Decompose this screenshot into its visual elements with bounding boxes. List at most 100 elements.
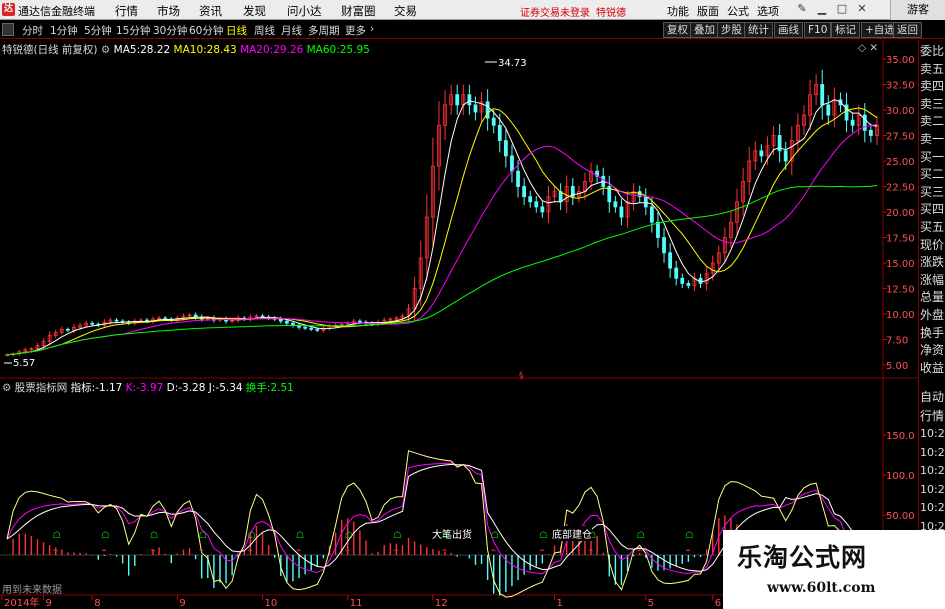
period-multi[interactable]: 多周期 <box>308 23 340 38</box>
candle-body <box>820 84 825 106</box>
settings-icon[interactable]: ⚙ <box>101 44 110 56</box>
candle-body <box>163 317 168 320</box>
candle-body <box>649 206 654 223</box>
signal-down-icon: ⌁ <box>588 546 593 556</box>
signal-down-icon: ⌁ <box>345 546 350 556</box>
annotation-build: 底部建仓 <box>552 526 592 541</box>
period-monthly[interactable]: 月线 <box>281 23 302 38</box>
price-axis-label: 15.00 <box>886 259 915 270</box>
menu-discover[interactable]: 发现 <box>243 3 266 19</box>
menu-function[interactable]: 功能 <box>667 3 689 19</box>
expand-arrow-icon[interactable] <box>2 23 14 36</box>
btn-back[interactable]: 返回 <box>893 22 922 38</box>
candle-body <box>291 322 295 326</box>
signal-down-icon: ⌁ <box>53 546 58 556</box>
candle-body <box>668 252 673 269</box>
menu-news[interactable]: 资讯 <box>199 3 222 19</box>
candle-body <box>90 322 95 325</box>
menu-market-center[interactable]: 市场 <box>157 3 180 19</box>
side-cell-18[interactable]: 收益 <box>920 358 945 378</box>
candle-body <box>114 319 119 322</box>
side-cell-lower-6: 10:26 <box>920 501 945 514</box>
price-axis-label: 25.00 <box>886 157 915 168</box>
candle-body <box>613 201 618 208</box>
maximize-icon[interactable]: □ <box>835 2 849 16</box>
candle-body <box>516 170 520 187</box>
candle-body <box>619 206 624 218</box>
period-15min[interactable]: 15分钟 <box>116 23 150 38</box>
ma5-line <box>6 99 878 356</box>
side-cell-lower-2: 10:26 <box>920 427 945 440</box>
side-cell-lower-0[interactable]: 自动 <box>920 387 945 407</box>
period-60min[interactable]: 60分钟 <box>189 23 223 38</box>
btn-sync[interactable]: 步股 <box>717 22 746 38</box>
candle-body <box>686 282 691 286</box>
signal-up-icon: ☖ <box>491 531 499 541</box>
btn-restore[interactable]: 复权 <box>663 22 692 38</box>
period-minute[interactable]: 分时 <box>22 23 43 38</box>
sub-turnover-label: 换手: <box>245 382 271 394</box>
date-axis-label: 5 <box>648 598 654 609</box>
menu-layout[interactable]: 版面 <box>697 3 719 19</box>
signal-down-icon: ⌁ <box>637 546 642 556</box>
more-arrow-icon[interactable]: › <box>370 23 374 35</box>
stock-link[interactable]: 特锐德 <box>596 4 626 19</box>
sub-chart-info: ⚙ 股票指标网 指标:-1.17 K:-3.97 D:-3.28 J:-5.34… <box>2 380 294 395</box>
period-30min[interactable]: 30分钟 <box>153 23 187 38</box>
period-1min[interactable]: 1分钟 <box>50 23 78 38</box>
low-label: 5.57 <box>13 358 35 369</box>
side-cell-lower-3: 10:26 <box>920 445 945 459</box>
sub-d-value: -3.28 <box>178 382 206 394</box>
period-daily[interactable]: 日线 <box>226 23 247 38</box>
ma20-value: 29.26 <box>273 44 304 56</box>
btn-draw[interactable]: 画线 <box>774 22 803 38</box>
minimize-icon[interactable]: ▁ <box>815 2 829 16</box>
sub-axis-label: 50.00 <box>886 511 915 522</box>
date-axis-label: 6 <box>715 598 721 609</box>
period-more[interactable]: 更多 <box>345 23 366 38</box>
signal-down-icon: ⌁ <box>442 546 447 556</box>
ma60-line <box>6 184 878 356</box>
kline-chart[interactable]: ☖⌁☖⌁☖⌁☖⌁☖⌁☖⌁☖⌁☖⌁☖⌁☖⌁☖⌁☖⌁☖⌁☖⌁☖⌁☖⌁☖⌁ 35.00… <box>0 40 918 609</box>
sub-turnover-value: 2.51 <box>270 382 294 394</box>
signal-up-icon: ☖ <box>296 531 304 541</box>
ma10-line <box>6 107 878 356</box>
price-axis-label: 5.00 <box>886 361 908 372</box>
ma10-value: 28.43 <box>206 44 237 56</box>
menu-options[interactable]: 选项 <box>757 3 779 19</box>
future-data-note: 用到未来数据 <box>2 585 62 596</box>
menu-assistant[interactable]: 问小达 <box>287 3 322 19</box>
date-axis-label: 2014年 <box>4 596 39 609</box>
candle-body <box>503 140 508 157</box>
signal-up-icon: ☖ <box>393 531 401 541</box>
signal-down-icon: ⌁ <box>101 546 106 556</box>
signal-up-icon: ☖ <box>101 531 109 541</box>
period-5min[interactable]: 5分钟 <box>84 23 112 38</box>
candle-body <box>868 130 873 136</box>
candle-body <box>680 277 685 284</box>
btn-f10[interactable]: F10 <box>804 22 832 38</box>
chart-pin-icon[interactable]: ◇ ✕ <box>858 42 878 54</box>
guest-button[interactable]: 游客 <box>890 0 945 20</box>
signal-up-icon: ☖ <box>345 531 353 541</box>
btn-overlay[interactable]: 叠加 <box>690 22 719 38</box>
candle-body <box>850 119 855 126</box>
sub-k-label: K: <box>125 382 137 394</box>
menu-wealth[interactable]: 财富圈 <box>341 3 376 19</box>
candle-body <box>522 186 527 198</box>
app-logo-icon: 达 <box>2 3 15 16</box>
candle-body <box>497 124 502 142</box>
feedback-icon[interactable]: ✎ <box>795 2 809 16</box>
side-cell-lower-1[interactable]: 行情 <box>920 406 945 426</box>
close-icon[interactable]: ✕ <box>855 2 869 16</box>
btn-mark[interactable]: 标记 <box>831 22 860 38</box>
login-notice[interactable]: 证券交易未登录 <box>520 4 590 19</box>
period-weekly[interactable]: 周线 <box>254 23 275 38</box>
sub-indicator-name: 股票指标网 <box>14 382 68 394</box>
sub-settings-icon[interactable]: ⚙ <box>2 382 11 394</box>
btn-stats[interactable]: 统计 <box>744 22 773 38</box>
menu-formula[interactable]: 公式 <box>727 3 749 19</box>
candle-body <box>309 327 314 330</box>
menu-market[interactable]: 行情 <box>115 3 138 19</box>
menu-trade[interactable]: 交易 <box>394 3 417 19</box>
